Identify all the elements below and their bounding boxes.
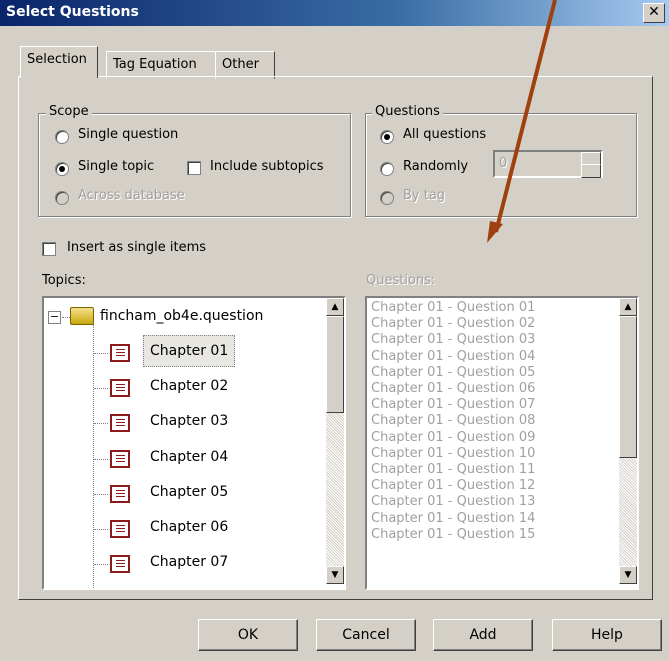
tree-root-label[interactable]: fincham_ob4e.question [100, 308, 263, 324]
list-item[interactable]: Chapter 01 - Question 07 [371, 397, 535, 413]
book-icon [110, 414, 130, 432]
scroll-thumb[interactable] [619, 316, 637, 458]
list-item[interactable]: Chapter 01 - Question 03 [371, 332, 535, 348]
list-item[interactable]: Chapter 01 - Question 14 [371, 511, 535, 527]
single-topic-radio[interactable] [55, 162, 69, 176]
topics-tree[interactable]: − fincham_ob4e.question Chapter 01 Chapt… [42, 296, 346, 590]
cancel-button[interactable]: Cancel [316, 619, 416, 651]
scroll-down-button[interactable]: ▼ [619, 566, 637, 584]
collapse-toggle[interactable]: − [48, 311, 61, 324]
book-icon [110, 344, 130, 362]
across-database-label: Across database [78, 188, 185, 203]
close-button[interactable]: ✕ [643, 3, 665, 23]
list-item[interactable]: Chapter 01 - Question 13 [371, 494, 535, 510]
tree-item-label[interactable]: Chapter 01 [143, 335, 236, 367]
questions-scrollbar[interactable]: ▲ ▼ [619, 298, 637, 584]
include-subtopics-checkbox[interactable] [187, 161, 201, 175]
list-item[interactable]: Chapter 01 - Question 15 [371, 527, 535, 543]
book-icon [110, 555, 130, 573]
tree-item-label[interactable]: Chapter 07 [150, 554, 228, 570]
single-question-radio[interactable] [55, 130, 69, 144]
book-icon [110, 520, 130, 538]
list-item[interactable]: Chapter 01 - Question 04 [371, 349, 535, 365]
tree-item-label[interactable]: Chapter 06 [150, 519, 228, 535]
tab-other[interactable]: Other [215, 51, 275, 79]
folder-icon [70, 307, 94, 325]
tab-selection[interactable]: Selection [20, 46, 98, 78]
list-item[interactable]: Chapter 01 - Question 10 [371, 446, 535, 462]
randomly-label: Randomly [403, 159, 469, 174]
close-icon: ✕ [648, 4, 660, 20]
list-item[interactable]: Chapter 01 - Question 11 [371, 462, 535, 478]
list-item[interactable]: Chapter 01 - Question 09 [371, 430, 535, 446]
random-count-spinner[interactable]: 0 [493, 150, 603, 178]
by-tag-radio[interactable] [380, 191, 394, 205]
scroll-up-button[interactable]: ▲ [326, 298, 344, 316]
insert-single-items-label: Insert as single items [67, 240, 207, 255]
scroll-up-button[interactable]: ▲ [619, 298, 637, 316]
book-icon [110, 450, 130, 468]
scope-legend: Scope [46, 104, 92, 119]
questions-listbox[interactable]: Chapter 01 - Question 01 Chapter 01 - Que… [365, 296, 639, 590]
ok-button[interactable]: OK [198, 619, 298, 651]
book-icon [110, 485, 130, 503]
tree-item-label[interactable]: Chapter 05 [150, 484, 228, 500]
include-subtopics-label: Include subtopics [210, 159, 324, 174]
list-item[interactable]: Chapter 01 - Question 05 [371, 365, 535, 381]
add-button[interactable]: Add [433, 619, 533, 651]
list-item[interactable]: Chapter 01 - Question 08 [371, 413, 535, 429]
single-question-label: Single question [78, 127, 179, 142]
topics-label: Topics: [42, 273, 86, 288]
scroll-down-button[interactable]: ▼ [326, 566, 344, 584]
list-item[interactable]: Chapter 01 - Question 06 [371, 381, 535, 397]
all-questions-label: All questions [403, 127, 487, 142]
across-database-radio[interactable] [55, 191, 69, 205]
tree-item-label[interactable]: Chapter 03 [150, 413, 228, 429]
randomly-radio[interactable] [380, 162, 394, 176]
spinner-down-button[interactable] [581, 164, 601, 178]
by-tag-label: By tag [403, 188, 446, 203]
all-questions-radio[interactable] [380, 130, 394, 144]
questions-list-label: Questions: [366, 273, 436, 288]
help-button[interactable]: Help [552, 619, 662, 651]
questions-list: Chapter 01 - Question 01 Chapter 01 - Que… [371, 300, 535, 543]
tab-tag-equation[interactable]: Tag Equation [106, 51, 216, 79]
topics-scrollbar[interactable]: ▲ ▼ [326, 298, 344, 584]
tree-item-label[interactable]: Chapter 04 [150, 449, 228, 465]
tree-item-label[interactable]: Chapter 02 [150, 378, 228, 394]
single-topic-label: Single topic [78, 159, 155, 174]
random-count-value: 0 [499, 156, 508, 171]
title-bar[interactable]: Select Questions ✕ [0, 0, 669, 26]
window-title: Select Questions [6, 4, 139, 20]
scroll-thumb[interactable] [326, 316, 344, 413]
book-icon [110, 379, 130, 397]
questions-legend: Questions [372, 104, 443, 119]
insert-single-items-checkbox[interactable] [42, 242, 56, 256]
list-item[interactable]: Chapter 01 - Question 12 [371, 478, 535, 494]
list-item[interactable]: Chapter 01 - Question 01 [371, 300, 535, 316]
list-item[interactable]: Chapter 01 - Question 02 [371, 316, 535, 332]
